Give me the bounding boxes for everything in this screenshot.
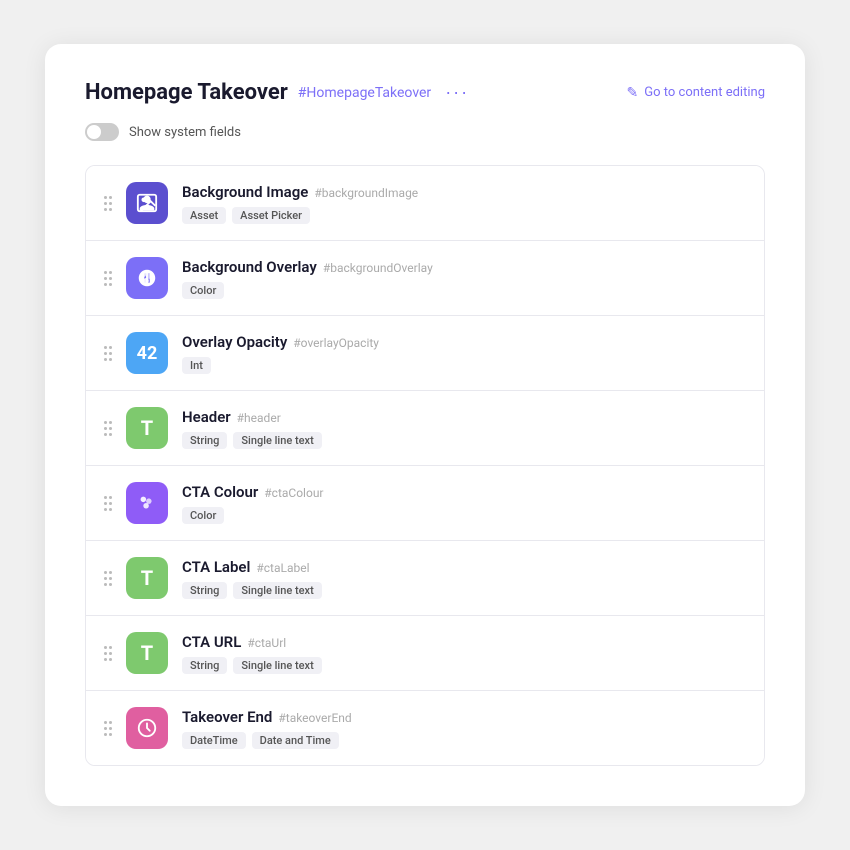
field-tags: Int [182,357,746,374]
field-hash: #backgroundOverlay [323,261,433,275]
edit-icon: ✎ [627,85,639,101]
field-name-row: Takeover End #takeoverEnd [182,708,746,726]
field-info-background-overlay: Background Overlay #backgroundOverlay Co… [182,258,746,299]
system-fields-row: Show system fields [85,123,765,141]
drag-handle[interactable] [104,646,112,661]
go-to-editing-label: Go to content editing [644,85,765,100]
tag: String [182,582,227,599]
field-info-overlay-opacity: Overlay Opacity #overlayOpacity Int [182,333,746,374]
field-icon-cta-url: T [126,632,168,674]
field-icon-cta-colour [126,482,168,524]
field-name-row: CTA Colour #ctaColour [182,483,746,501]
tag: String [182,432,227,449]
field-hash: #header [237,411,281,425]
field-hash: #backgroundImage [314,186,418,200]
field-row: Background Overlay #backgroundOverlay Co… [86,241,764,316]
field-tags: DateTime Date and Time [182,732,746,749]
field-name-row: Background Image #backgroundImage [182,183,746,201]
text-icon: T [141,566,153,590]
tag: Single line text [233,582,321,599]
go-to-editing-link[interactable]: ✎ Go to content editing [627,85,765,101]
field-info-header: Header #header String Single line text [182,408,746,449]
field-name: Background Overlay [182,258,317,276]
tag: Asset [182,207,226,224]
drag-handle[interactable] [104,721,112,736]
field-hash: #ctaLabel [256,561,309,575]
field-name: Background Image [182,183,308,201]
field-tags: String Single line text [182,432,746,449]
tag: Single line text [233,657,321,674]
field-name-row: Background Overlay #backgroundOverlay [182,258,746,276]
field-name: CTA URL [182,633,241,651]
tag: Asset Picker [232,207,310,224]
field-name: Overlay Opacity [182,333,287,351]
field-icon-header: T [126,407,168,449]
field-name: CTA Label [182,558,250,576]
field-name-row: Overlay Opacity #overlayOpacity [182,333,746,351]
field-name: Header [182,408,231,426]
field-tags: Color [182,507,746,524]
field-icon-background-overlay [126,257,168,299]
page-title: Homepage Takeover [85,80,288,105]
field-name-row: Header #header [182,408,746,426]
more-button[interactable]: ··· [441,82,473,103]
page-hash: #HomepageTakeover [298,85,431,101]
field-row: 42 Overlay Opacity #overlayOpacity Int [86,316,764,391]
field-hash: #overlayOpacity [293,336,379,350]
field-row: Background Image #backgroundImage Asset … [86,166,764,241]
tag: String [182,657,227,674]
tag: Color [182,282,224,299]
field-info-cta-url: CTA URL #ctaUrl String Single line text [182,633,746,674]
field-name-row: CTA Label #ctaLabel [182,558,746,576]
field-hash: #ctaUrl [247,636,286,650]
field-row: T CTA Label #ctaLabel String Single line… [86,541,764,616]
field-tags: Asset Asset Picker [182,207,746,224]
field-info-cta-label: CTA Label #ctaLabel String Single line t… [182,558,746,599]
tag: Int [182,357,211,374]
field-tags: String Single line text [182,582,746,599]
system-fields-toggle[interactable] [85,123,119,141]
page-header-left: Homepage Takeover #HomepageTakeover ··· [85,80,473,105]
field-icon-overlay-opacity: 42 [126,332,168,374]
drag-handle[interactable] [104,346,112,361]
main-card: Homepage Takeover #HomepageTakeover ··· … [45,44,805,806]
tag: DateTime [182,732,246,749]
drag-handle[interactable] [104,196,112,211]
field-row: T Header #header String Single line text [86,391,764,466]
tag: Date and Time [252,732,339,749]
field-tags: String Single line text [182,657,746,674]
field-tags: Color [182,282,746,299]
text-icon: T [141,416,153,440]
drag-handle[interactable] [104,496,112,511]
field-icon-background-image [126,182,168,224]
field-info-background-image: Background Image #backgroundImage Asset … [182,183,746,224]
system-fields-label: Show system fields [129,125,241,140]
field-name-row: CTA URL #ctaUrl [182,633,746,651]
field-info-cta-colour: CTA Colour #ctaColour Color [182,483,746,524]
drag-handle[interactable] [104,571,112,586]
tag: Color [182,507,224,524]
field-hash: #ctaColour [264,486,323,500]
drag-handle[interactable] [104,421,112,436]
field-row: CTA Colour #ctaColour Color [86,466,764,541]
field-icon-cta-label: T [126,557,168,599]
page-header: Homepage Takeover #HomepageTakeover ··· … [85,80,765,105]
field-row: T CTA URL #ctaUrl String Single line tex… [86,616,764,691]
overlay-opacity-number: 42 [137,343,158,364]
field-name: CTA Colour [182,483,258,501]
field-list: Background Image #backgroundImage Asset … [85,165,765,766]
field-hash: #takeoverEnd [278,711,351,725]
drag-handle[interactable] [104,271,112,286]
text-icon: T [141,641,153,665]
tag: Single line text [233,432,321,449]
field-row: Takeover End #takeoverEnd DateTime Date … [86,691,764,765]
field-info-takeover-end: Takeover End #takeoverEnd DateTime Date … [182,708,746,749]
field-name: Takeover End [182,708,272,726]
field-icon-takeover-end [126,707,168,749]
